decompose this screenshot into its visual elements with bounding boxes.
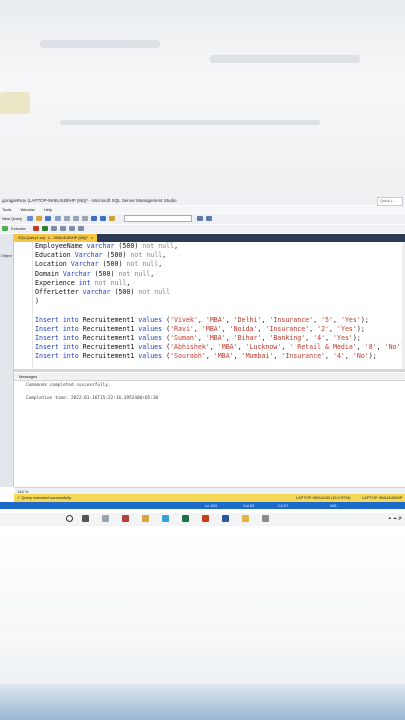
powerpoint-icon[interactable] — [202, 515, 209, 522]
system-tray[interactable]: ▲ ☁ 🔊 — [388, 515, 403, 520]
open-icon[interactable] — [27, 216, 34, 222]
ssms-window: gorajpetNov (LAPTOP-9K6U4UB\HP (65))* - … — [0, 196, 405, 524]
find-icon[interactable] — [109, 216, 116, 222]
code-line[interactable]: Education Varchar (500) not null, — [35, 251, 405, 260]
undo-icon[interactable] — [91, 216, 98, 222]
completion-time: Completion time: 2022-01-16T15:22:16.395… — [26, 396, 159, 401]
title-bar: gorajpetNov (LAPTOP-9K6U4UB\HP (65))* - … — [0, 196, 405, 206]
editor-margin — [14, 242, 33, 369]
save-all-icon[interactable] — [54, 216, 61, 222]
code-line[interactable]: Domain Varchar (500) not null, — [35, 270, 405, 279]
standard-toolbar: New Query — [0, 214, 405, 224]
comment-icon[interactable] — [69, 226, 76, 232]
stop-icon[interactable] — [32, 226, 39, 232]
close-icon[interactable]: × — [91, 235, 93, 240]
parse-icon[interactable] — [41, 226, 48, 232]
line-number: Ln 463 — [205, 503, 217, 508]
query-editor[interactable]: EmployeeName varchar (500) not null, Educ… — [14, 242, 405, 369]
ssms-icon[interactable] — [262, 515, 269, 522]
file-explorer-icon[interactable] — [142, 515, 149, 522]
blurred-bar — [210, 55, 360, 63]
blurred-strip — [0, 684, 405, 720]
message-line: Commands completed successfully. — [26, 383, 111, 388]
edge-icon[interactable] — [162, 515, 169, 522]
redo-icon[interactable] — [100, 216, 107, 222]
task-view-icon[interactable] — [82, 515, 89, 522]
menu-window[interactable]: Window — [20, 207, 34, 212]
messages-pane: Commands completed successfully. Complet… — [14, 381, 405, 487]
blurred-bar — [40, 40, 160, 48]
search-icon[interactable] — [66, 515, 73, 522]
sql-editor-toolbar: Execute — [0, 225, 405, 233]
indent-icon[interactable] — [78, 226, 85, 232]
code-line[interactable] — [35, 306, 405, 315]
blurred-bar — [60, 120, 320, 125]
properties-icon[interactable] — [196, 216, 203, 222]
code-line[interactable]: Location Varchar (500) not null, — [35, 260, 405, 269]
execute-icon[interactable] — [2, 226, 8, 232]
database-dropdown[interactable] — [124, 215, 193, 223]
code-line[interactable]: Experience int not null, — [35, 279, 405, 288]
results-splitter[interactable] — [14, 369, 405, 372]
object-explorer-collapsed[interactable]: Object — [0, 234, 14, 487]
excel-icon[interactable] — [182, 515, 189, 522]
blurred-background-bottom — [0, 526, 405, 720]
query-status-message: Query executed successfully. — [21, 495, 72, 500]
tab-label: SQLQuery1.sql - L...9K6U4UB\HP (65))* — [18, 235, 88, 240]
menu-help[interactable]: Help — [44, 207, 52, 212]
char-number: Ch 57 — [278, 503, 289, 508]
code-line[interactable]: Insert into Recruitement1 values ('Ravi'… — [35, 325, 405, 334]
insert-mode: INS — [330, 503, 337, 508]
blurred-bar — [0, 92, 30, 114]
code-line[interactable]: Insert into Recruitement1 values ('Vivek… — [35, 316, 405, 325]
execute-button[interactable]: Execute — [11, 226, 25, 231]
quick-launch-input[interactable]: Quick L... — [377, 197, 403, 206]
app-icon[interactable] — [102, 515, 109, 522]
tab-sqlquery1[interactable]: SQLQuery1.sql - L...9K6U4UB\HP (65))* × — [14, 234, 98, 242]
code-line[interactable]: Insert into Recruitement1 values ('Suman… — [35, 334, 405, 343]
code-area[interactable]: EmployeeName varchar (500) not null, Educ… — [35, 242, 405, 361]
code-line[interactable]: Insert into Recruitement1 values ('Soura… — [35, 352, 405, 361]
query-status-bar: ✔ Query executed successfully. LAPTOP-9K… — [14, 494, 405, 502]
app-icon[interactable] — [122, 515, 129, 522]
window-title: gorajpetNov (LAPTOP-9K6U4UB\HP (65))* - … — [2, 198, 177, 203]
blurred-background-top — [0, 0, 405, 195]
word-icon[interactable] — [222, 515, 229, 522]
code-line[interactable]: Insert into Recruitement1 values ('Abhis… — [35, 343, 405, 352]
login-name: LAPTOP-9K6U4UB\HP — [362, 495, 403, 500]
copy-icon[interactable] — [72, 216, 79, 222]
plan-icon[interactable] — [50, 226, 57, 232]
windows-taskbar: ▲ ☁ 🔊 — [0, 513, 405, 524]
tab-messages[interactable]: Messages — [19, 374, 37, 379]
results-icon[interactable] — [60, 226, 67, 232]
toolbox-icon[interactable] — [205, 216, 212, 222]
document-tab-strip: SQLQuery1.sql - L...9K6U4UB\HP (65))* × — [14, 234, 405, 242]
success-icon: ✔ — [17, 495, 21, 500]
object-explorer-label: Object — [1, 254, 12, 258]
menu-bar: Tools Window Help — [0, 206, 405, 213]
cut-icon[interactable] — [63, 216, 70, 222]
folder-icon[interactable] — [36, 216, 43, 222]
column-number: Col 63 — [243, 503, 255, 508]
paste-icon[interactable] — [81, 216, 88, 222]
server-name: LAPTOP-9K6U4UB (15.0 RTM) — [296, 495, 351, 500]
code-line[interactable]: ) — [35, 297, 405, 306]
messages-tab-bar: Messages — [14, 373, 405, 381]
save-icon[interactable] — [45, 216, 52, 222]
code-line[interactable]: EmployeeName varchar (500) not null, — [35, 242, 405, 251]
code-line[interactable]: OfferLetter varchar (500) not null — [35, 288, 405, 297]
chrome-icon[interactable] — [242, 515, 249, 522]
status-bar: Ln 463 Col 63 Ch 57 INS — [0, 502, 405, 509]
new-query-button[interactable]: New Query — [2, 216, 22, 221]
menu-tools[interactable]: Tools — [2, 207, 11, 212]
